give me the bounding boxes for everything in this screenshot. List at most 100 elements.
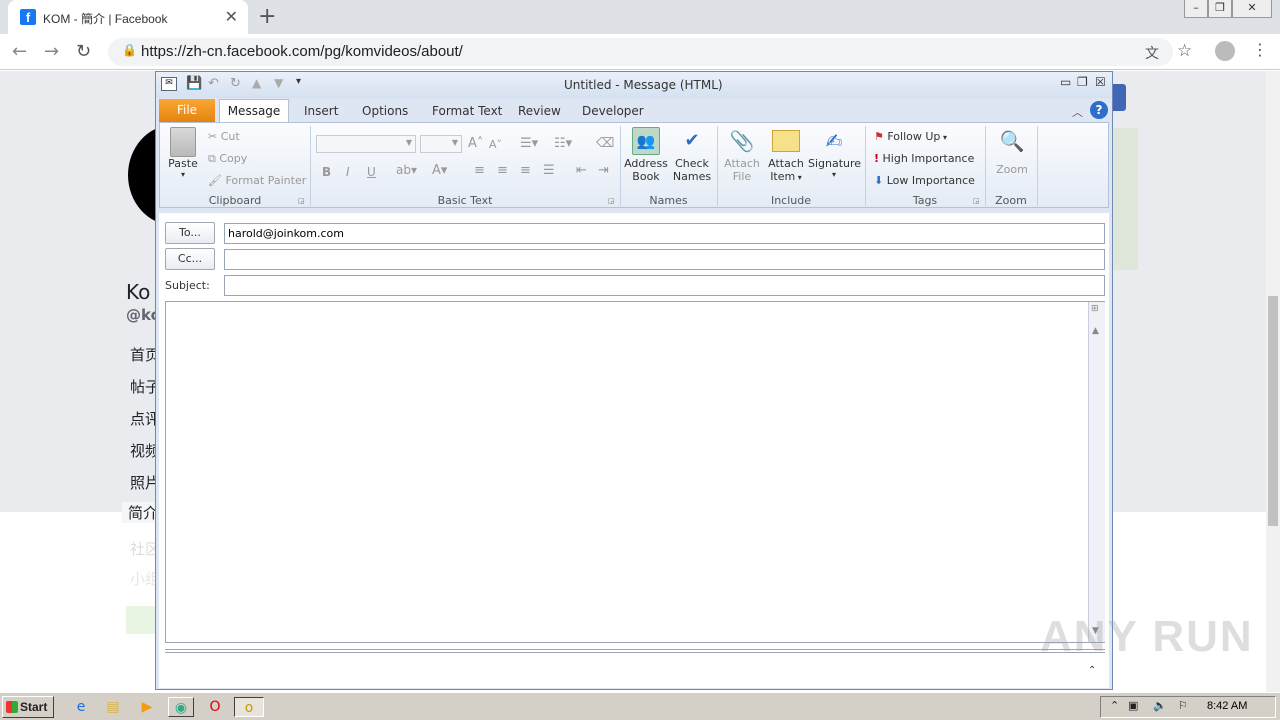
cc-button[interactable]: Cc... (165, 248, 215, 270)
bookmark-star-icon[interactable]: ☆ (1177, 41, 1192, 61)
zoom-button[interactable]: 🔍 Zoom (992, 127, 1032, 176)
align-center-icon[interactable]: ≡ (497, 163, 508, 178)
grow-font-icon[interactable]: A˄ (468, 136, 483, 151)
underline-icon[interactable]: U (367, 165, 376, 179)
bold-icon[interactable]: B (322, 165, 331, 179)
check-names-button[interactable]: ✔ Check Names (670, 127, 714, 183)
align-left-icon[interactable]: ≡ (474, 163, 485, 178)
basic-text-launcher-icon[interactable]: ◲ (608, 197, 615, 205)
bullets-icon[interactable]: ☰▾ (520, 136, 538, 151)
minimize-icon[interactable]: – (1184, 0, 1208, 18)
back-icon[interactable]: ← (12, 41, 27, 62)
previous-item-icon[interactable]: ▲ (252, 76, 261, 90)
profile-avatar-icon[interactable] (1215, 41, 1235, 61)
tab-message[interactable]: Message (219, 99, 289, 123)
scroll-up-icon[interactable]: ▲ (1092, 326, 1099, 336)
tray-network-icon[interactable]: ▣ (1128, 699, 1138, 712)
follow-up-button[interactable]: ⚑ Follow Up ▾ (874, 130, 947, 143)
system-tray (1100, 696, 1276, 718)
save-icon[interactable]: 💾 (186, 76, 202, 91)
numbering-icon[interactable]: ☷▾ (554, 136, 572, 151)
copy-button[interactable]: ⧉ Copy (208, 152, 247, 166)
format-painter-button[interactable]: 🖌 Format Painter (208, 174, 306, 187)
tray-flag-icon[interactable]: ⚐ (1178, 699, 1188, 712)
paste-button[interactable]: Paste ▾ (165, 127, 201, 179)
address-book-button[interactable]: 👥 Address Book (624, 127, 668, 183)
low-importance-button[interactable]: ⬇ Low Importance (874, 174, 975, 187)
ruler-icon[interactable]: ⊞ (1091, 304, 1099, 314)
dropdown-arrow-icon: ▼ (451, 138, 458, 147)
clear-formatting-icon[interactable]: ⌫ (596, 136, 614, 151)
reload-icon[interactable]: ↻ (76, 41, 91, 62)
opera-icon[interactable]: O (204, 697, 226, 717)
undo-icon[interactable]: ↶ (208, 76, 219, 91)
forward-icon[interactable]: → (44, 41, 59, 62)
tab-review[interactable]: Review (510, 100, 569, 122)
redo-icon[interactable]: ↻ (230, 76, 241, 91)
translate-icon[interactable]: 文 (1145, 43, 1159, 63)
increase-indent-icon[interactable]: ⇥ (598, 163, 609, 178)
align-right-icon[interactable]: ≡ (520, 163, 531, 178)
tab-developer[interactable]: Developer (574, 100, 652, 122)
subject-field[interactable] (224, 275, 1105, 296)
url-text[interactable]: https://zh-cn.facebook.com/pg/komvideos/… (141, 43, 463, 60)
tags-launcher-icon[interactable]: ◲ (973, 197, 980, 205)
ie-icon[interactable]: e (70, 697, 92, 717)
signature-button[interactable]: ✍ Signature ▾ (808, 127, 861, 179)
new-tab-icon[interactable]: + (258, 4, 276, 29)
tab-file[interactable]: File (159, 99, 215, 122)
ol-minimize-icon[interactable]: ▭ (1060, 75, 1071, 89)
media-player-icon[interactable]: ▶ (136, 697, 158, 717)
font-size-dropdown[interactable]: ▼ (420, 135, 462, 153)
fb-action-button[interactable] (126, 606, 156, 634)
outlook-taskbar-icon[interactable]: o (234, 697, 264, 717)
window-close-icon[interactable]: ✕ (1232, 0, 1272, 18)
attach-item-label-row: Item ▾ (764, 170, 808, 183)
expand-people-pane-icon[interactable]: ⌃ (1088, 665, 1096, 676)
tray-up-arrow-icon[interactable]: ⌃ (1110, 699, 1119, 712)
tray-volume-icon[interactable]: 🔈 (1153, 699, 1167, 712)
cut-button[interactable]: ✂ Cut (208, 130, 240, 143)
shrink-font-icon[interactable]: A˅ (489, 138, 502, 151)
start-button[interactable]: Start (2, 696, 54, 718)
ol-close-icon[interactable]: ☒ (1095, 75, 1106, 89)
attach-file-button[interactable]: 📎 Attach File (722, 127, 762, 183)
fb-blue-button[interactable] (1113, 84, 1126, 111)
cc-field[interactable] (224, 249, 1105, 270)
highlight-icon[interactable]: ab▾ (396, 163, 417, 177)
outlook-app-icon[interactable]: ✉ (161, 77, 177, 91)
next-item-icon[interactable]: ▼ (274, 76, 283, 90)
to-field[interactable]: harold@joinkom.com (224, 223, 1105, 244)
help-icon[interactable]: ? (1090, 101, 1108, 119)
tab-close-icon[interactable]: ✕ (225, 7, 238, 26)
start-label: Start (20, 700, 48, 714)
include-group-label: Include (770, 194, 812, 207)
message-body[interactable]: ⊞ ▲ ▼ (165, 301, 1105, 643)
italic-icon[interactable]: I (346, 165, 350, 179)
scissors-icon: ✂ (208, 130, 218, 143)
to-button[interactable]: To... (165, 222, 215, 244)
customize-qat-icon[interactable]: ▾ (296, 76, 301, 87)
clipboard-launcher-icon[interactable]: ◲ (298, 197, 305, 205)
explorer-icon[interactable]: ▤ (102, 697, 124, 717)
chrome-icon[interactable]: ◉ (168, 697, 194, 717)
justify-icon[interactable]: ☰ (543, 163, 555, 178)
decrease-indent-icon[interactable]: ⇤ (576, 163, 587, 178)
font-color-icon[interactable]: A▾ (432, 163, 447, 178)
map-thumbnail[interactable] (1113, 128, 1138, 270)
clock[interactable]: 8:42 AM (1207, 700, 1247, 712)
tab-options[interactable]: Options (354, 100, 416, 122)
browser-tab[interactable]: f KOM - 簡介 | Facebook ✕ (8, 0, 248, 34)
attach-item-button[interactable]: Attach Item ▾ (764, 127, 808, 183)
page-scrollbar-thumb[interactable] (1268, 296, 1278, 526)
menu-kebab-icon[interactable]: ⋮ (1252, 40, 1268, 59)
tab-insert[interactable]: Insert (296, 100, 346, 122)
high-importance-button[interactable]: ! High Importance (874, 152, 974, 165)
ol-restore-icon[interactable]: ❐ (1077, 75, 1088, 89)
people-pane-splitter[interactable] (165, 649, 1105, 653)
font-name-dropdown[interactable]: ▼ (316, 135, 416, 153)
tab-format-text[interactable]: Format Text (424, 100, 510, 122)
restore-icon[interactable]: ❐ (1208, 0, 1232, 18)
body-scrollbar[interactable]: ⊞ ▲ ▼ (1088, 302, 1105, 642)
collapse-ribbon-icon[interactable]: ︿ (1072, 104, 1083, 120)
